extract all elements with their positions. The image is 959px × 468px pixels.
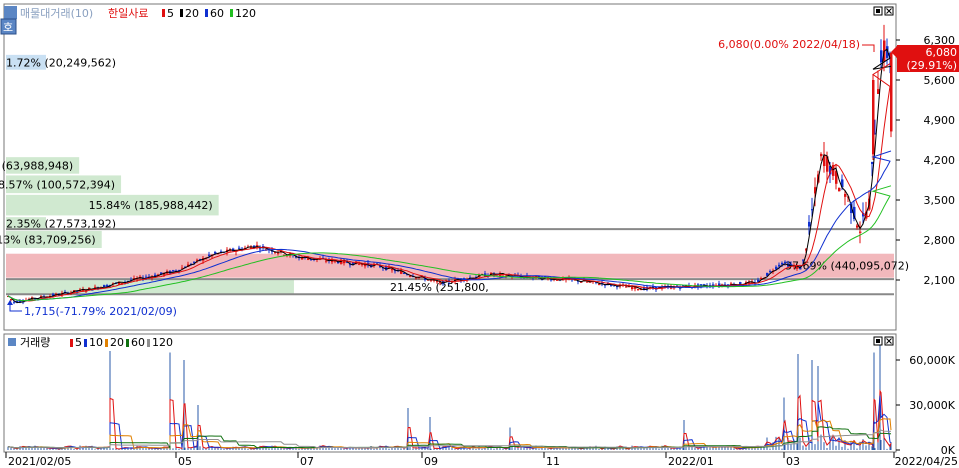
candle-body	[880, 50, 883, 63]
date-axis-label: 07	[300, 455, 314, 468]
candle	[872, 74, 875, 160]
current-price: 6,080	[926, 46, 958, 59]
candle-body	[94, 286, 97, 288]
date-axis-label: 11	[546, 455, 560, 468]
candle-body	[277, 252, 280, 254]
candle-body	[872, 80, 875, 155]
corner-button[interactable]: 호	[0, 18, 17, 35]
price-axis-label: 5,600	[924, 74, 956, 87]
profile-bar: 15.84% (185,988,442)	[6, 194, 219, 216]
volume-axis-label: 60,000K	[909, 354, 955, 367]
candle-body	[844, 193, 847, 197]
price-band-layer	[6, 253, 894, 278]
ma60-legend: 60	[210, 7, 224, 20]
low-annotation: 1,715(-71.79% 2021/02/09)	[24, 305, 177, 318]
price-axis-label: 4,200	[924, 154, 956, 167]
profile-label: 15.84% (185,988,442)	[89, 199, 213, 212]
profile-label: 8.57% (100,572,394)	[0, 178, 115, 191]
indicator-label: 매물대거래(10)	[20, 7, 93, 20]
stock-name: 한일사료	[108, 6, 148, 20]
current-price-flag: 6,080 (29.91%)	[891, 45, 959, 72]
volume-panel	[3, 333, 897, 453]
vma20-legend: 20	[110, 336, 124, 349]
candle-body	[256, 245, 259, 247]
price-axis-label: 2,800	[924, 234, 956, 247]
candle	[838, 187, 841, 192]
date-axis-label: 03	[786, 455, 800, 468]
candle-body	[784, 261, 787, 264]
date-axis-label: 05	[178, 455, 192, 468]
panel-icon[interactable]	[4, 6, 17, 19]
price-axis-label: 2,100	[924, 274, 956, 287]
candle-body	[358, 263, 361, 265]
candle-body	[214, 252, 217, 254]
volume-panel-icon[interactable]	[8, 338, 16, 346]
price-band	[6, 253, 894, 278]
stock-chart: 1.72% (20,249,562) 5.45% (63,988,948) 8.57…	[0, 3, 959, 468]
candle-body	[808, 221, 811, 227]
corner-button-label: 호	[3, 21, 13, 34]
date-axis-label: 2022/04/25	[895, 455, 958, 468]
candle-body	[781, 262, 784, 265]
volume-title: 거래량	[20, 336, 50, 349]
candle-body	[625, 286, 628, 288]
price-axis-label: 4,900	[924, 114, 956, 127]
date-axis-label: 2022/01	[668, 455, 714, 468]
candle-body	[586, 281, 589, 283]
vma120-legend: 120	[152, 336, 173, 349]
profile-bar: 5.45% (63,988,948)	[0, 157, 80, 174]
ma120-legend: 120	[235, 7, 256, 20]
vma60-legend: 60	[131, 336, 145, 349]
price-axis-label: 3,500	[924, 194, 956, 207]
vma5-legend: 5	[75, 336, 82, 349]
candle	[890, 52, 893, 138]
profile-label: 5.45% (63,988,948)	[0, 159, 73, 172]
price-legend: 매물대거래(10) 한일사료 5 20 60 120	[4, 6, 256, 20]
profile-bar: 8.57% (100,572,394)	[0, 175, 122, 194]
date-axis-label: 2021/02/05	[8, 455, 71, 468]
candle-body	[769, 271, 772, 273]
candle-body	[208, 254, 211, 256]
candle-body	[325, 260, 328, 262]
candle-body	[598, 284, 601, 286]
candle-body	[631, 287, 634, 290]
profile-label: 7.13% (83,709,256)	[0, 233, 96, 246]
profile-bar: 7.13% (83,709,256)	[0, 230, 102, 248]
candle-body	[637, 289, 640, 291]
profile-bar-fill	[6, 278, 294, 295]
profile-label: 1.72% (20,249,562)	[6, 56, 116, 69]
candle-body	[890, 52, 893, 132]
candle-body	[238, 247, 241, 249]
volume-axis-label: 30,000K	[909, 399, 955, 412]
candle-body	[838, 187, 841, 192]
candle-body	[778, 264, 781, 267]
candle-body	[820, 153, 823, 157]
candle-body	[259, 248, 262, 250]
candle-body	[790, 264, 793, 266]
high-annotation: 6,080(0.00% 2022/04/18)	[718, 38, 860, 51]
candle-body	[859, 231, 862, 233]
candle-body	[856, 225, 859, 228]
date-axis-label: 09	[424, 455, 438, 468]
current-change: (29.91%)	[906, 59, 957, 72]
ma5-legend: 5	[167, 7, 174, 20]
ma20-legend: 20	[185, 7, 199, 20]
candle-body	[172, 270, 175, 272]
vma10-legend: 10	[89, 336, 103, 349]
profile-bar: 1.72% (20,249,562)	[6, 54, 116, 70]
